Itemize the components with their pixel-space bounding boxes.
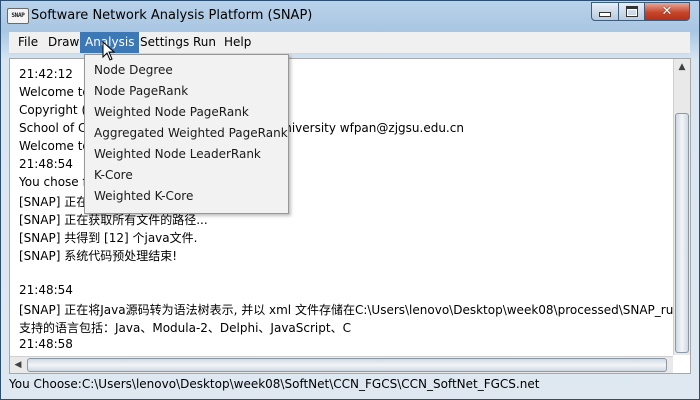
console-line: [SNAP] 正在将Java源码转为语法树表示, 并以 xml 文件存储在C:\… <box>19 303 691 317</box>
menu-run[interactable]: Run <box>188 32 221 53</box>
menu-item-weighted-node-leaderrank[interactable]: Weighted Node LeaderRank <box>94 147 261 161</box>
horizontal-scroll-thumb[interactable] <box>27 358 667 372</box>
menu-file[interactable]: File <box>13 32 43 53</box>
horizontal-scrollbar[interactable]: ◀ <box>10 356 673 373</box>
menu-draw[interactable]: Draw <box>43 32 84 53</box>
menu-help[interactable]: Help <box>219 32 256 53</box>
console-line: 21:48:54 <box>19 157 73 171</box>
console-line: [SNAP] 系统代码预处理结束! <box>19 249 178 263</box>
minimize-icon <box>599 12 611 17</box>
analysis-dropdown-menu: Node Degree Node PageRank Weighted Node … <box>84 54 289 214</box>
scroll-up-arrow-icon[interactable]: ▲ <box>674 59 690 75</box>
vertical-scroll-thumb[interactable] <box>675 113 689 353</box>
console-line: 21:42:12 <box>19 67 73 81</box>
menu-item-weighted-k-core[interactable]: Weighted K-Core <box>94 189 193 203</box>
minimize-button[interactable] <box>591 2 619 21</box>
maximize-icon <box>625 6 638 17</box>
console-line: 21:48:58 <box>19 337 73 351</box>
console-line: [SNAP] 正在 <box>19 195 89 209</box>
mouse-pointer-icon <box>102 41 116 61</box>
console-line: 支持的语言包括：Java、Modula-2、Delphi、JavaScript、… <box>19 321 351 335</box>
console-line: 21:48:54 <box>19 283 73 297</box>
menu-item-k-core[interactable]: K-Core <box>94 168 133 182</box>
close-button[interactable]: ✕ <box>644 2 690 21</box>
app-window: SNAP Software Network Analysis Platform … <box>0 0 700 400</box>
menu-item-weighted-node-pagerank[interactable]: Weighted Node PageRank <box>94 105 249 119</box>
menu-item-node-pagerank[interactable]: Node PageRank <box>94 84 188 98</box>
close-icon: ✕ <box>661 4 673 19</box>
menu-settings[interactable]: Settings <box>135 32 194 53</box>
window-title: Software Network Analysis Platform (SNAP… <box>31 8 313 23</box>
menu-item-node-degree[interactable]: Node Degree <box>94 63 173 77</box>
snap-app-icon[interactable]: SNAP <box>7 8 29 24</box>
status-bar: You Choose:C:\Users\lenovo\Desktop\week0… <box>9 377 540 391</box>
menu-item-aggregated-weighted-pagerank[interactable]: Aggregated Weighted PageRank <box>94 126 288 140</box>
vertical-scrollbar[interactable]: ▲ <box>673 59 690 355</box>
maximize-button[interactable] <box>618 2 645 21</box>
console-line: [SNAP] 共得到 [12] 个java文件. <box>19 231 198 245</box>
title-bar[interactable]: SNAP Software Network Analysis Platform … <box>1 1 699 31</box>
scroll-left-arrow-icon[interactable]: ◀ <box>10 357 26 373</box>
